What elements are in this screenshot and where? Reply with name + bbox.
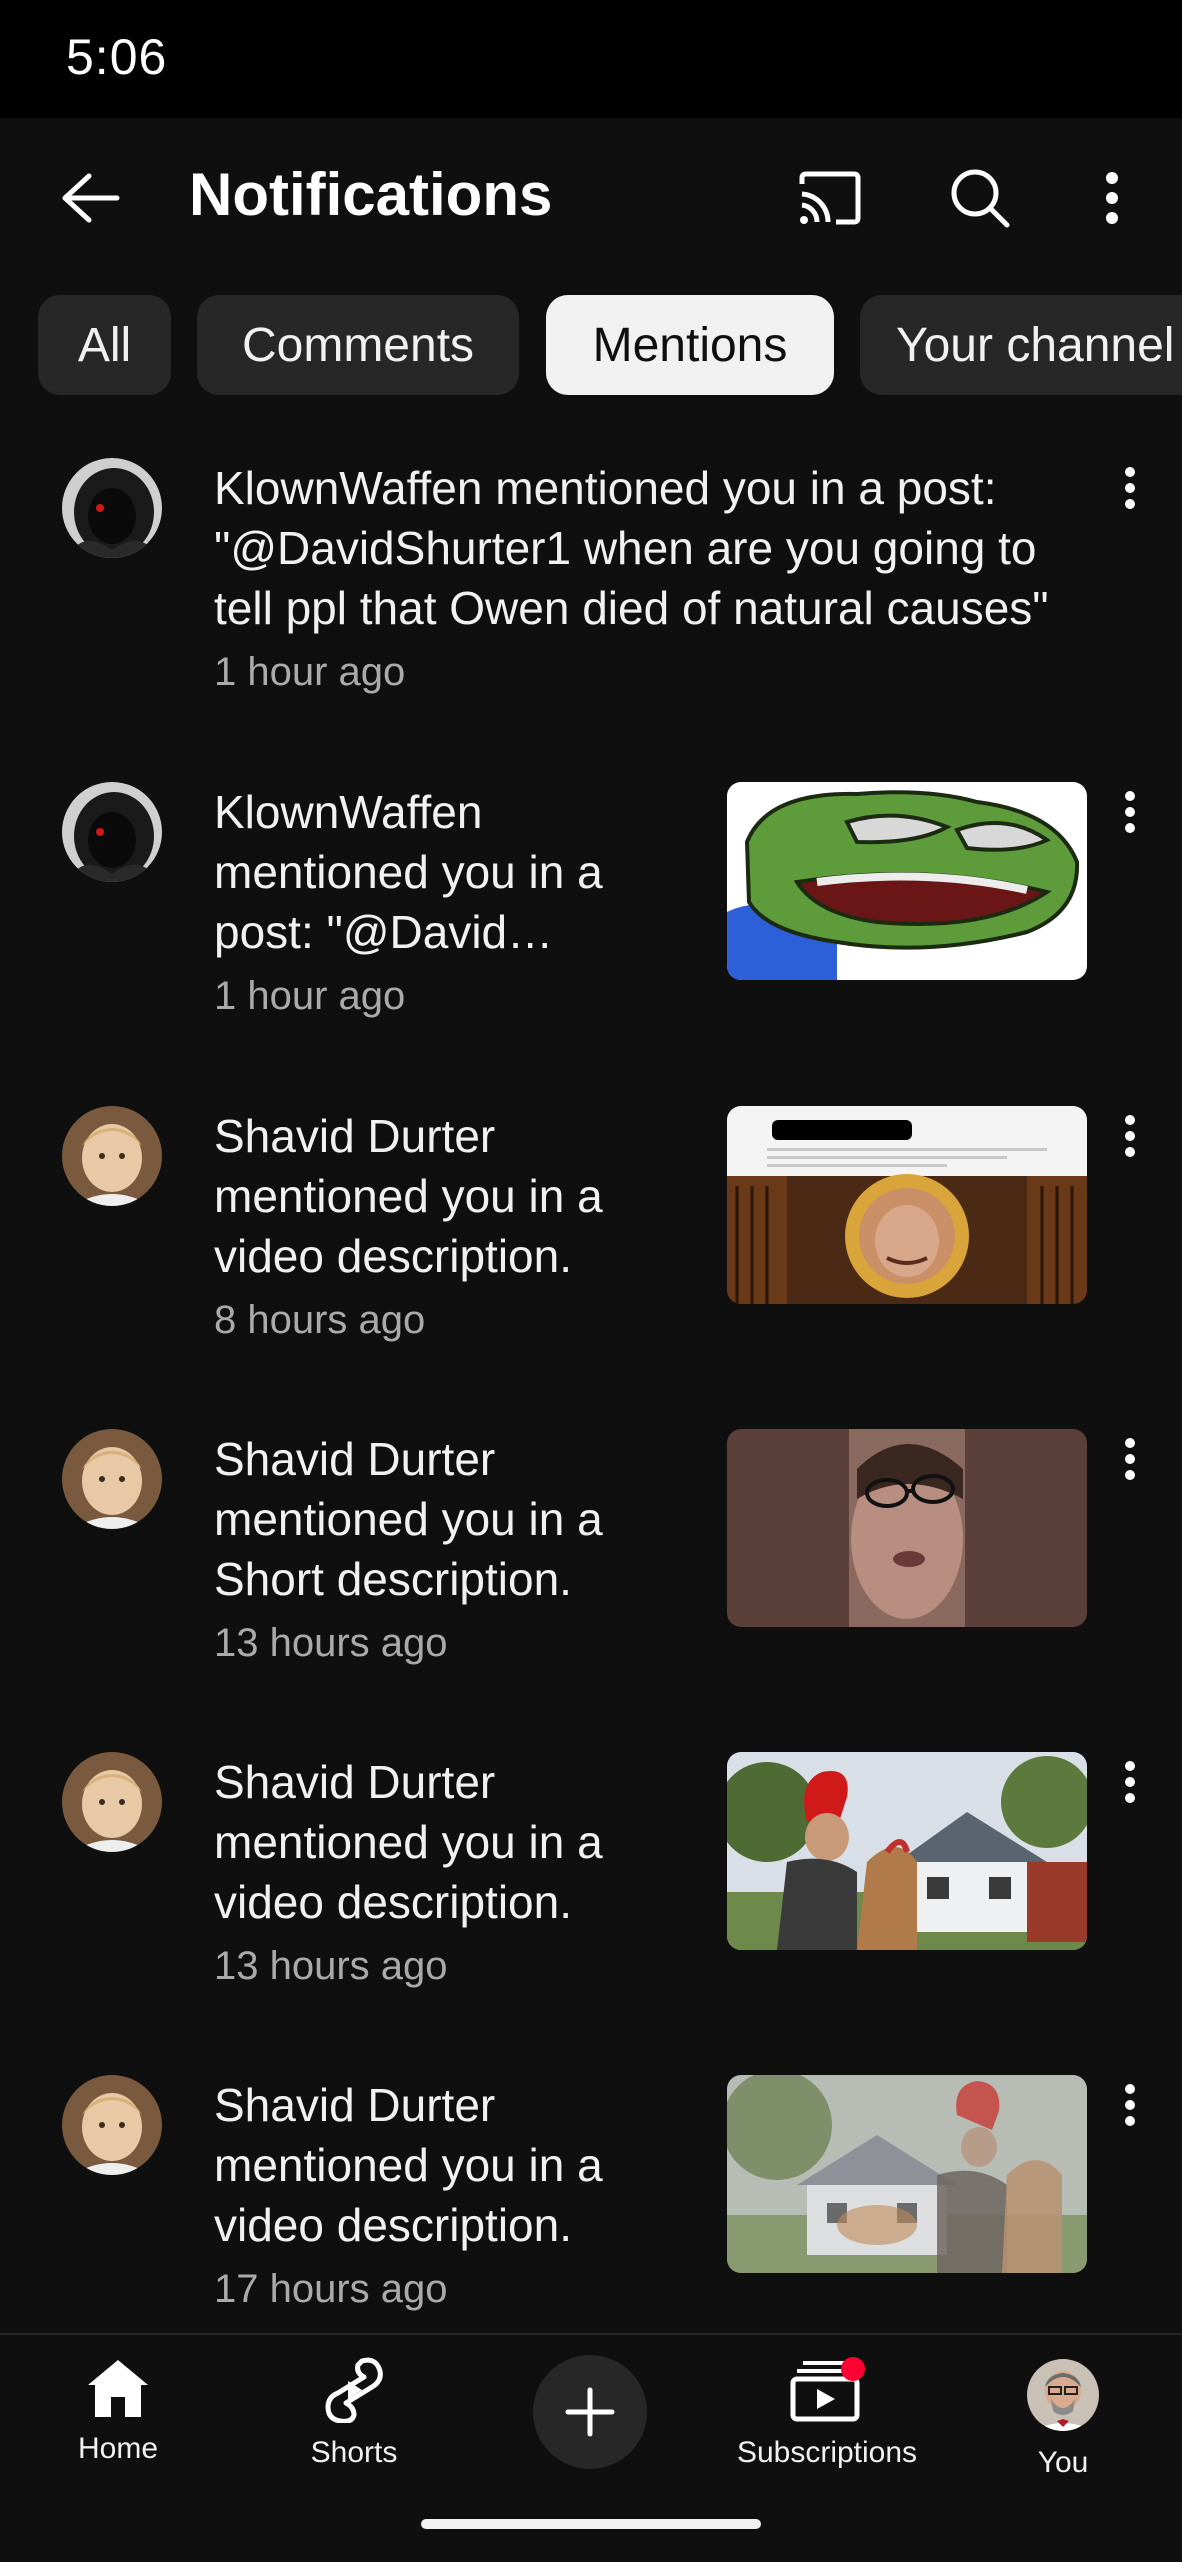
- notification-time: 13 hours ago: [214, 1621, 448, 1665]
- chip-comments[interactable]: Comments: [197, 295, 519, 395]
- notification-item[interactable]: Shavid Durter mentioned you in a video d…: [0, 1106, 1182, 1346]
- notification-text: Shavid Durter mentioned you in a Short d…: [214, 1429, 694, 1673]
- notification-message: Shavid Durter mentioned you in a video d…: [214, 1756, 603, 1928]
- more-vertical-icon: [1125, 467, 1135, 509]
- more-vertical-icon: [1125, 2084, 1135, 2126]
- search-button[interactable]: [940, 158, 1020, 238]
- notification-item[interactable]: Shavid Durter mentioned you in a video d…: [0, 2075, 1182, 2315]
- notification-message: KlownWaffen mentioned you in a post: "@D…: [214, 462, 1049, 634]
- cast-icon: [799, 171, 861, 225]
- nav-you-label: You: [1037, 2446, 1089, 2479]
- notification-time: 17 hours ago: [214, 2267, 448, 2311]
- notification-message: Shavid Durter mentioned you in a video d…: [214, 2079, 603, 2251]
- chip-all[interactable]: All: [38, 295, 171, 395]
- library-collage-image: [727, 1106, 1087, 1304]
- notification-menu-button[interactable]: [1113, 1435, 1147, 1491]
- child-photo-avatar: [62, 1752, 162, 1852]
- notification-badge: [841, 2357, 865, 2381]
- app-header: Notifications: [0, 118, 1182, 273]
- house-camel-image: [727, 1752, 1087, 1950]
- notification-item[interactable]: KlownWaffen mentioned you in a post: "@D…: [0, 458, 1182, 718]
- subscriptions-icon: [790, 2357, 865, 2422]
- notification-item[interactable]: Shavid Durter mentioned you in a video d…: [0, 1752, 1182, 1992]
- shorts-icon: [325, 2357, 383, 2424]
- nav-home-label: Home: [77, 2432, 159, 2465]
- hooded-figure-avatar: [62, 458, 162, 558]
- nav-subscriptions-label: Subscriptions: [736, 2436, 918, 2469]
- status-bar: 5:06: [0, 0, 1182, 118]
- notification-menu-button[interactable]: [1113, 1112, 1147, 1168]
- chip-mentions[interactable]: Mentions: [546, 295, 834, 395]
- status-time: 5:06: [66, 29, 168, 85]
- thumbnail-house-camel[interactable]: [727, 1752, 1087, 1950]
- back-arrow-icon: [62, 173, 120, 223]
- notification-time: 1 hour ago: [214, 974, 406, 1018]
- child-photo-avatar: [62, 2075, 162, 2175]
- home-icon: [88, 2360, 148, 2417]
- notification-time: 13 hours ago: [214, 1944, 448, 1988]
- child-photo-avatar: [62, 1106, 162, 1206]
- house-camel-faded-image: [727, 2075, 1087, 2273]
- nav-you[interactable]: You: [963, 2357, 1163, 2480]
- avatar[interactable]: [62, 2075, 162, 2175]
- more-vertical-icon: [1125, 1438, 1135, 1480]
- thumbnail-house-camel-faded[interactable]: [727, 2075, 1087, 2273]
- notification-text: Shavid Durter mentioned you in a video d…: [214, 1106, 694, 1350]
- thumbnail-cartoon-frog[interactable]: [727, 782, 1087, 980]
- notification-menu-button[interactable]: [1113, 788, 1147, 844]
- notification-menu-button[interactable]: [1113, 2081, 1147, 2137]
- notification-text: Shavid Durter mentioned you in a video d…: [214, 2075, 694, 2319]
- nav-subscriptions[interactable]: Subscriptions: [727, 2357, 927, 2470]
- notification-message: Shavid Durter mentioned you in a video d…: [214, 1110, 603, 1282]
- notification-message: Shavid Durter mentioned you in a Short d…: [214, 1433, 603, 1605]
- more-vertical-icon: [1125, 791, 1135, 833]
- notification-item[interactable]: KlownWaffen mentioned you in a post: "@D…: [0, 782, 1182, 1022]
- search-icon: [951, 169, 1010, 228]
- back-button[interactable]: [50, 158, 130, 238]
- cast-button[interactable]: [790, 158, 870, 238]
- more-vertical-icon: [1125, 1115, 1135, 1157]
- notification-menu-button[interactable]: [1113, 1758, 1147, 1814]
- face-closeup-image: [727, 1429, 1087, 1627]
- create-button[interactable]: [533, 2355, 647, 2469]
- avatar[interactable]: [62, 1752, 162, 1852]
- nav-shorts[interactable]: Shorts: [254, 2357, 454, 2470]
- page-title: Notifications: [189, 161, 553, 228]
- avatar[interactable]: [62, 1106, 162, 1206]
- chip-your-channel[interactable]: Your channel: [860, 295, 1182, 395]
- plus-icon: [565, 2387, 615, 2437]
- nav-home[interactable]: Home: [18, 2357, 218, 2466]
- profile-avatar-icon: [1027, 2359, 1099, 2431]
- avatar[interactable]: [62, 782, 162, 882]
- notification-text: KlownWaffen mentioned you in a post: "@D…: [214, 458, 1074, 702]
- cartoon-frog-image: [727, 782, 1087, 980]
- filter-chips: All Comments Mentions Your channel: [0, 295, 1182, 395]
- more-vertical-icon: [1125, 1761, 1135, 1803]
- nav-shorts-label: Shorts: [310, 2436, 398, 2469]
- more-vertical-icon: [1106, 172, 1118, 224]
- notification-text: KlownWaffen mentioned you in a post: "@D…: [214, 782, 694, 1026]
- notification-message: KlownWaffen mentioned you in a post: "@D…: [214, 786, 603, 958]
- more-options-button[interactable]: [1072, 158, 1152, 238]
- thumbnail-library-collage[interactable]: [727, 1106, 1087, 1304]
- notification-item[interactable]: Shavid Durter mentioned you in a Short d…: [0, 1429, 1182, 1669]
- thumbnail-face-closeup[interactable]: [727, 1429, 1087, 1627]
- hooded-figure-avatar: [62, 782, 162, 882]
- notification-menu-button[interactable]: [1113, 464, 1147, 520]
- avatar[interactable]: [62, 1429, 162, 1529]
- avatar[interactable]: [62, 458, 162, 558]
- notification-time: 8 hours ago: [214, 1298, 426, 1342]
- home-indicator[interactable]: [421, 2519, 761, 2529]
- child-photo-avatar: [62, 1429, 162, 1529]
- notification-time: 1 hour ago: [214, 650, 406, 694]
- notification-text: Shavid Durter mentioned you in a video d…: [214, 1752, 694, 1996]
